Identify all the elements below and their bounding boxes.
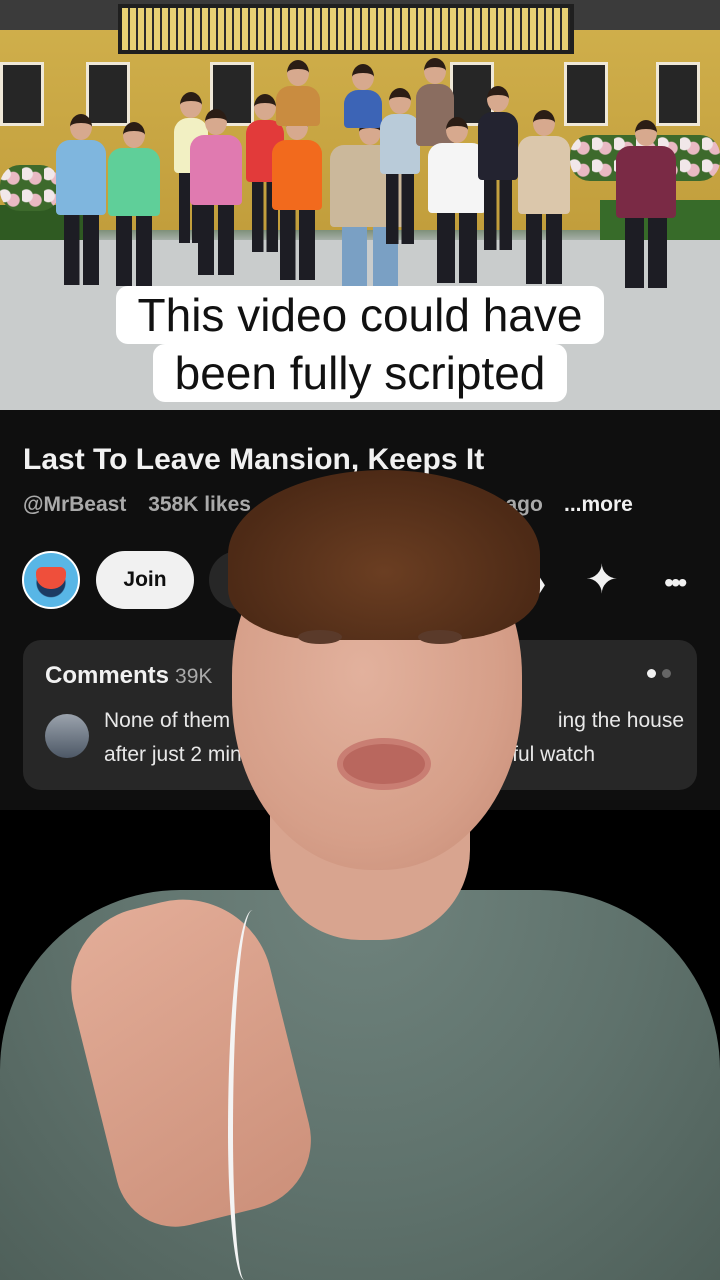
- creator-eye: [418, 630, 462, 644]
- balcony: [118, 4, 574, 54]
- contestant: [276, 60, 320, 126]
- contestant: [380, 88, 420, 244]
- creator-overlay: [0, 470, 720, 1280]
- contestant: [272, 114, 322, 280]
- contestant: [616, 120, 676, 288]
- window: [564, 62, 608, 126]
- video-caption: This video could have been fully scripte…: [0, 286, 720, 402]
- window: [656, 62, 700, 126]
- caption-line-1: This video could have: [115, 286, 605, 344]
- contestant: [518, 110, 570, 284]
- creator-eye: [298, 630, 342, 644]
- contestant: [478, 86, 518, 250]
- contestant: [108, 122, 160, 286]
- contestant: [56, 114, 106, 285]
- window: [0, 62, 44, 126]
- contestant: [344, 64, 382, 128]
- caption-line-2: been fully scripted: [152, 344, 568, 402]
- window: [86, 62, 130, 126]
- contestant: [190, 109, 242, 275]
- creator-hair: [228, 470, 540, 640]
- flower-bed: [0, 165, 60, 211]
- creator-mouth: [337, 738, 431, 790]
